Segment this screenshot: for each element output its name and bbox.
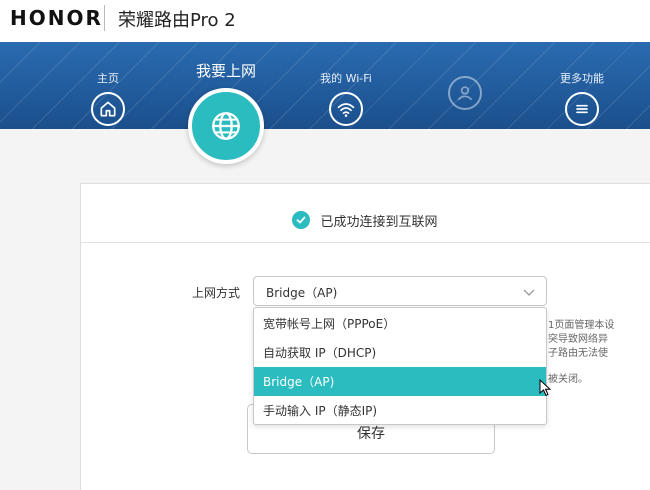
helper-text-line4: 被关闭。 [548, 374, 588, 385]
option-pppoe[interactable]: 宽带帐号上网（PPPoE） [254, 309, 546, 338]
user-icon [448, 76, 482, 110]
mouse-cursor-icon [539, 379, 551, 397]
check-circle-icon [292, 211, 311, 229]
brand-bar: HONOR 荣耀路由Pro 2 [0, 0, 650, 42]
helper-text-line1: 1页面管理本设 [548, 320, 615, 331]
helper-text-line2: 突导致网络异 [548, 334, 608, 345]
nav-band: 主页 我的 Wi-Fi 更多功能 [0, 42, 650, 129]
connection-mode-label: 上网方式 [192, 286, 241, 300]
product-title: 荣耀路由Pro 2 [118, 10, 236, 31]
nav-item-more[interactable]: 更多功能 [554, 70, 610, 126]
nav-item-user [443, 70, 487, 110]
select-value: Bridge（AP) [266, 286, 338, 300]
honor-logo: HONOR [10, 6, 103, 30]
connection-mode-dropdown: 宽带帐号上网（PPPoE） 自动获取 IP（DHCP) Bridge（AP) 手… [253, 307, 547, 425]
connection-status: 已成功连接到互联网 [80, 200, 650, 240]
panel-divider [80, 242, 650, 243]
nav-label-home: 主页 [97, 72, 119, 85]
nav-label-internet[interactable]: 我要上网 [176, 60, 276, 81]
nav-label-more: 更多功能 [560, 72, 604, 85]
nav-item-wifi[interactable]: 我的 Wi-Fi [318, 70, 374, 126]
brand-divider [104, 5, 105, 31]
globe-icon[interactable] [188, 88, 264, 164]
option-dhcp[interactable]: 自动获取 IP（DHCP) [254, 338, 546, 367]
nav-label-wifi: 我的 Wi-Fi [320, 72, 372, 85]
status-text: 已成功连接到互联网 [320, 214, 438, 230]
nav-item-home[interactable]: 主页 [86, 70, 130, 126]
home-icon[interactable] [91, 92, 125, 126]
option-bridge-ap[interactable]: Bridge（AP) [254, 367, 546, 396]
wifi-icon[interactable] [329, 92, 363, 126]
option-static-ip[interactable]: 手动输入 IP（静态IP) [254, 396, 546, 425]
menu-icon[interactable] [565, 92, 599, 126]
helper-text-line3: 子路由无法使 [548, 348, 608, 359]
connection-mode-select[interactable]: Bridge（AP) [253, 276, 547, 306]
chevron-down-icon [523, 289, 535, 296]
